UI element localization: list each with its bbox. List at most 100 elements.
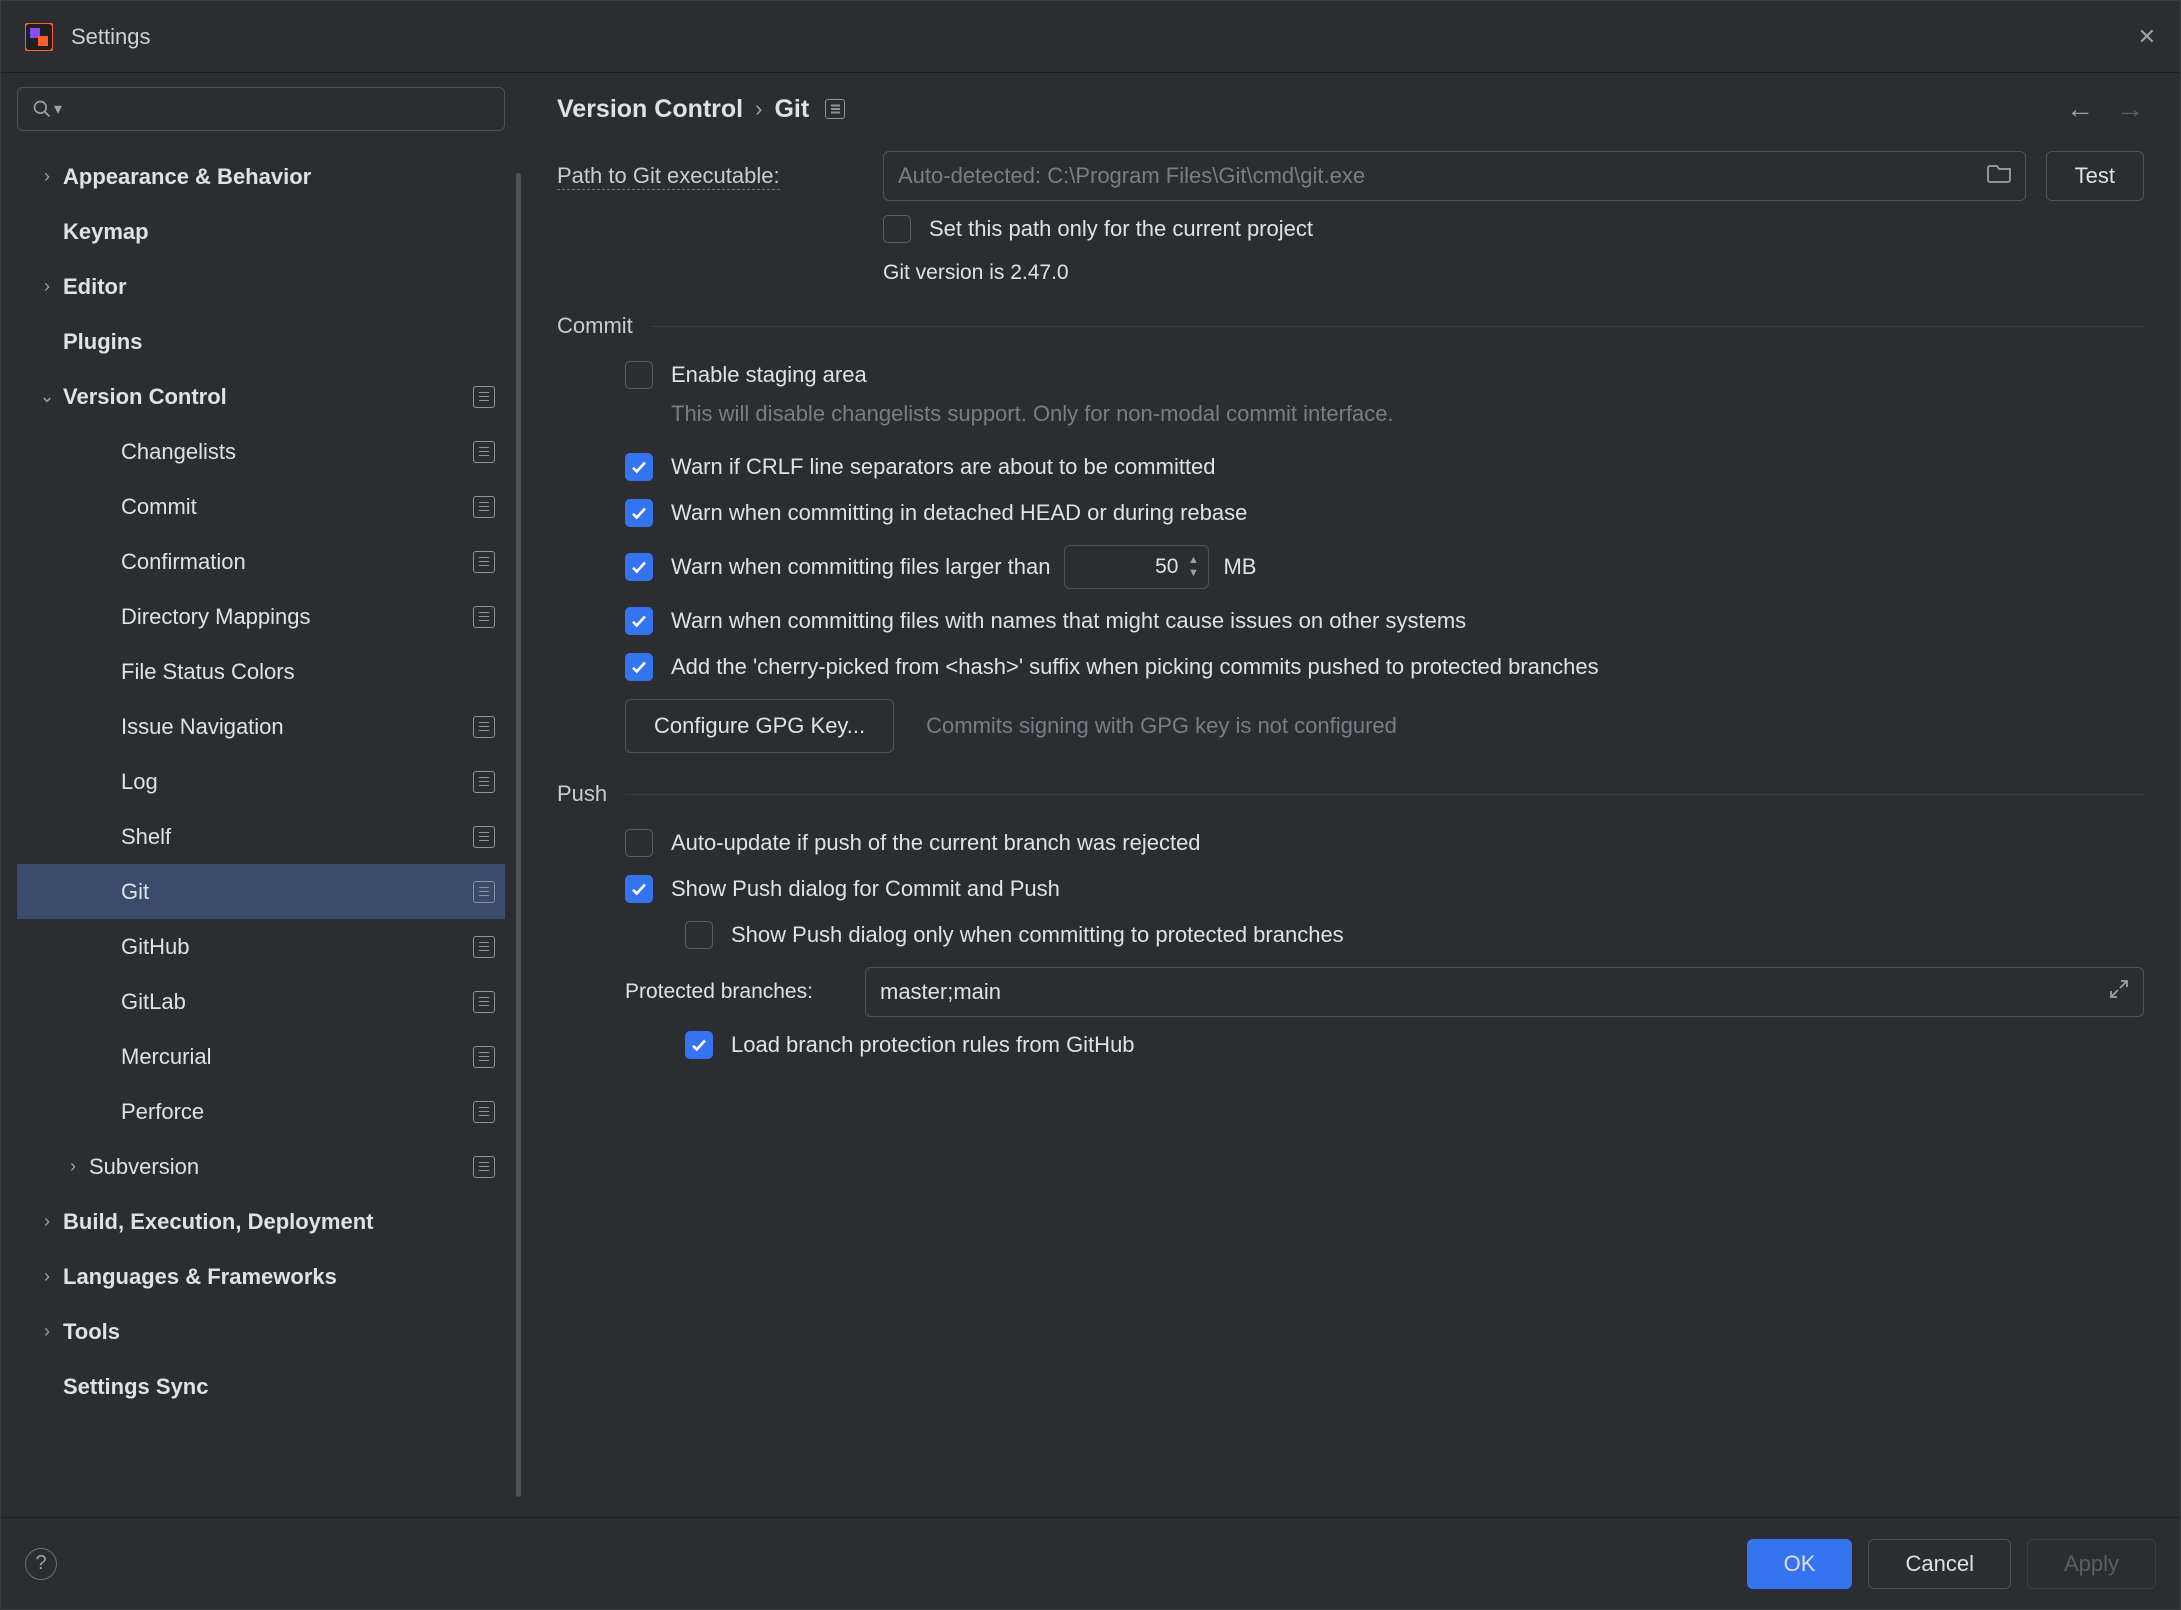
warn-crlf-checkbox[interactable] [625, 453, 653, 481]
stepper-up-icon[interactable]: ▲ [1184, 555, 1202, 567]
apply-button[interactable]: Apply [2027, 1539, 2156, 1589]
app-icon [25, 23, 53, 51]
titlebar: Settings ✕ [1, 1, 2180, 73]
scope-icon [473, 991, 495, 1013]
sidebar-scrollbar[interactable] [516, 173, 521, 1497]
show-push-protected-row: Show Push dialog only when committing to… [557, 921, 2144, 949]
expand-icon[interactable] [2109, 979, 2129, 1005]
sidebar-item-appearance-behavior[interactable]: ›Appearance & Behavior [17, 149, 505, 204]
search-input[interactable]: ▾ [17, 87, 505, 131]
footer-buttons: OK Cancel Apply [1747, 1539, 2156, 1589]
sidebar-item-label: Perforce [121, 1099, 473, 1125]
warn-detached-label: Warn when committing in detached HEAD or… [671, 500, 1247, 526]
warn-detached-row: Warn when committing in detached HEAD or… [557, 499, 2144, 527]
sidebar-item-label: Git [121, 879, 473, 905]
scope-icon [473, 1156, 495, 1178]
sidebar-item-shelf[interactable]: Shelf [17, 809, 505, 864]
commit-section-title: Commit [557, 313, 2144, 339]
sidebar-item-label: Directory Mappings [121, 604, 473, 630]
sidebar-item-git[interactable]: Git [17, 864, 505, 919]
sidebar-item-mercurial[interactable]: Mercurial [17, 1029, 505, 1084]
nav-arrows: ← → [2066, 93, 2144, 125]
back-icon[interactable]: ← [2066, 93, 2094, 125]
breadcrumb: Version Control › Git [557, 95, 845, 124]
test-button[interactable]: Test [2046, 151, 2144, 201]
enable-staging-checkbox[interactable] [625, 361, 653, 389]
sidebar-item-label: Commit [121, 494, 473, 520]
warn-large-label: Warn when committing files larger than [671, 554, 1050, 580]
large-size-input[interactable]: 50 ▲▼ [1064, 545, 1209, 589]
ok-button[interactable]: OK [1747, 1539, 1853, 1589]
configure-gpg-button[interactable]: Configure GPG Key... [625, 699, 894, 753]
sidebar-item-confirmation[interactable]: Confirmation [17, 534, 505, 589]
sidebar-item-languages-frameworks[interactable]: ›Languages & Frameworks [17, 1249, 505, 1304]
scope-icon [473, 496, 495, 518]
breadcrumb-parent[interactable]: Version Control [557, 95, 743, 124]
chevron-right-icon: › [31, 166, 63, 187]
sidebar-item-perforce[interactable]: Perforce [17, 1084, 505, 1139]
scope-icon [825, 99, 845, 119]
staging-hint: This will disable changelists support. O… [671, 401, 1394, 427]
warn-detached-checkbox[interactable] [625, 499, 653, 527]
protected-branches-input[interactable]: master;main [865, 967, 2144, 1017]
warn-crlf-row: Warn if CRLF line separators are about t… [557, 453, 2144, 481]
sidebar-item-directory-mappings[interactable]: Directory Mappings [17, 589, 505, 644]
footer: ? OK Cancel Apply [1, 1517, 2180, 1609]
sidebar-item-file-status-colors[interactable]: File Status Colors [17, 644, 505, 699]
sidebar-item-tools[interactable]: ›Tools [17, 1304, 505, 1359]
sidebar-item-label: Shelf [121, 824, 473, 850]
git-path-row: Path to Git executable: Auto-detected: C… [557, 151, 2144, 201]
sidebar-item-version-control[interactable]: ⌄Version Control [17, 369, 505, 424]
settings-tree[interactable]: ›Appearance & BehaviorKeymap›EditorPlugi… [17, 149, 505, 1517]
help-button[interactable]: ? [25, 1548, 57, 1580]
sidebar-item-label: Issue Navigation [121, 714, 473, 740]
chevron-down-icon: ⌄ [31, 386, 63, 407]
sidebar-item-commit[interactable]: Commit [17, 479, 505, 534]
load-rules-row: Load branch protection rules from GitHub [557, 1031, 2144, 1059]
chevron-right-icon: › [57, 1156, 89, 1177]
cancel-button[interactable]: Cancel [1868, 1539, 2010, 1589]
sidebar-item-settings-sync[interactable]: Settings Sync [17, 1359, 505, 1414]
load-rules-checkbox[interactable] [685, 1031, 713, 1059]
sidebar-item-issue-navigation[interactable]: Issue Navigation [17, 699, 505, 754]
scope-icon [473, 606, 495, 628]
enable-staging-label: Enable staging area [671, 362, 867, 388]
sidebar-item-label: Settings Sync [63, 1374, 495, 1400]
sidebar-item-log[interactable]: Log [17, 754, 505, 809]
sidebar-item-label: GitHub [121, 934, 473, 960]
sidebar-item-editor[interactable]: ›Editor [17, 259, 505, 314]
warn-crlf-label: Warn if CRLF line separators are about t… [671, 454, 1216, 480]
sidebar-item-label: Editor [63, 274, 495, 300]
protected-branches-row: Protected branches: master;main [557, 967, 2144, 1017]
show-push-label: Show Push dialog for Commit and Push [671, 876, 1060, 902]
sidebar-item-keymap[interactable]: Keymap [17, 204, 505, 259]
show-push-checkbox[interactable] [625, 875, 653, 903]
show-push-protected-checkbox[interactable] [685, 921, 713, 949]
cherry-suffix-label: Add the 'cherry-picked from <hash>' suff… [671, 654, 1599, 680]
gpg-hint: Commits signing with GPG key is not conf… [926, 713, 1397, 739]
path-project-only-checkbox[interactable] [883, 215, 911, 243]
sidebar-item-subversion[interactable]: ›Subversion [17, 1139, 505, 1194]
git-path-input[interactable]: Auto-detected: C:\Program Files\Git\cmd\… [883, 151, 2026, 201]
sidebar-item-build-execution-deployment[interactable]: ›Build, Execution, Deployment [17, 1194, 505, 1249]
stepper-down-icon[interactable]: ▼ [1184, 568, 1202, 580]
close-icon[interactable]: ✕ [2138, 24, 2156, 50]
enable-staging-row: Enable staging area [557, 361, 2144, 389]
sidebar-item-github[interactable]: GitHub [17, 919, 505, 974]
load-rules-label: Load branch protection rules from GitHub [731, 1032, 1135, 1058]
sidebar-item-label: Log [121, 769, 473, 795]
forward-icon[interactable]: → [2116, 93, 2144, 125]
sidebar: ▾ ›Appearance & BehaviorKeymap›EditorPlu… [1, 73, 521, 1517]
git-path-label: Path to Git executable: [557, 163, 883, 189]
auto-update-checkbox[interactable] [625, 829, 653, 857]
cherry-suffix-checkbox[interactable] [625, 653, 653, 681]
sidebar-item-plugins[interactable]: Plugins [17, 314, 505, 369]
sidebar-item-label: File Status Colors [121, 659, 495, 685]
warn-large-checkbox[interactable] [625, 553, 653, 581]
chevron-right-icon: › [31, 1211, 63, 1232]
folder-icon[interactable] [1987, 163, 2011, 189]
warn-names-checkbox[interactable] [625, 607, 653, 635]
quantity-stepper[interactable]: ▲▼ [1184, 555, 1202, 580]
sidebar-item-gitlab[interactable]: GitLab [17, 974, 505, 1029]
sidebar-item-changelists[interactable]: Changelists [17, 424, 505, 479]
